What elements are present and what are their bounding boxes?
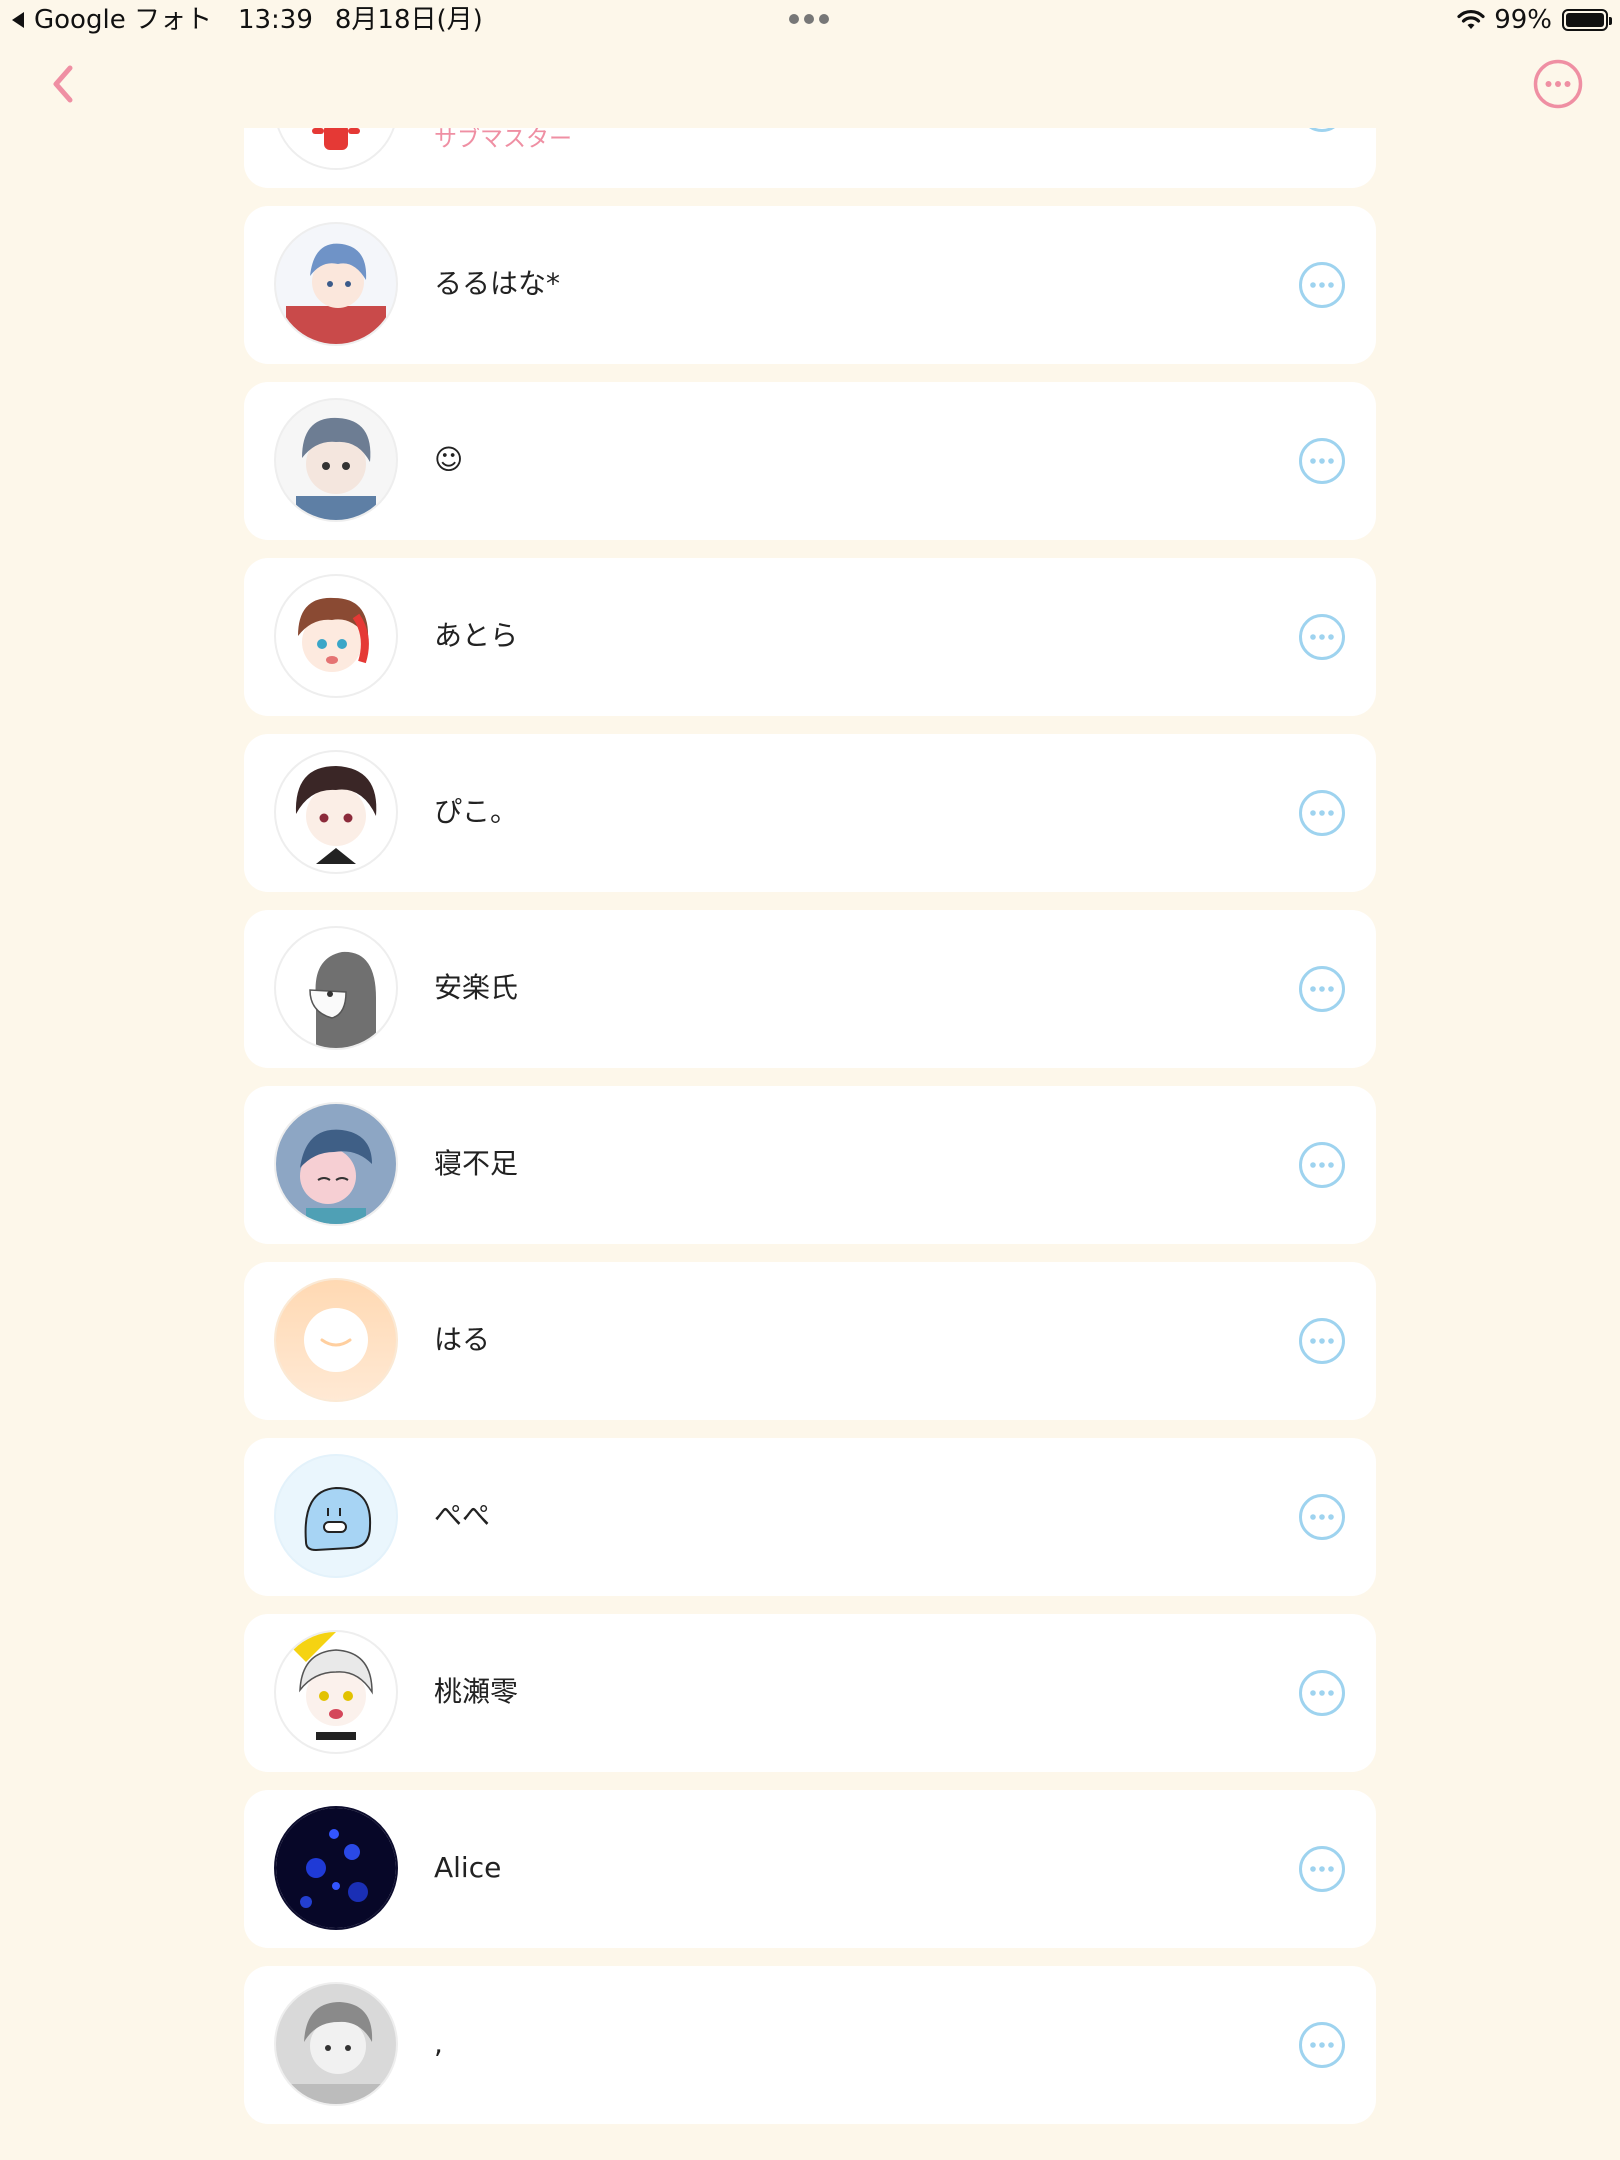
member-name: ぴこ。	[434, 795, 519, 828]
avatar[interactable]	[274, 1982, 398, 2106]
member-row[interactable]: 安楽氏	[244, 910, 1376, 1068]
member-row[interactable]: あとら	[244, 558, 1376, 716]
row-more-icon[interactable]	[1298, 437, 1346, 485]
row-more-icon[interactable]	[1298, 1141, 1346, 1189]
member-list-viewport[interactable]: サブマスター るるはな* ☺ あとら ぴこ。 安楽氏 寝不足 はる ぺぺ 桃瀬零…	[0, 128, 1620, 2160]
member-row[interactable]: ぺぺ	[244, 1438, 1376, 1596]
battery-icon	[1562, 9, 1612, 31]
row-more-icon[interactable]	[1298, 1493, 1346, 1541]
status-right: 99%	[1456, 4, 1612, 36]
member-row[interactable]: ぴこ。	[244, 734, 1376, 892]
row-more-icon[interactable]	[1298, 261, 1346, 309]
member-row[interactable]: ☺	[244, 382, 1376, 540]
row-more-icon[interactable]	[1298, 1845, 1346, 1893]
nav-bar	[0, 44, 1620, 128]
row-more-icon[interactable]	[1298, 128, 1346, 133]
back-to-app-label[interactable]: Google フォト	[34, 4, 212, 36]
avatar[interactable]	[274, 750, 398, 874]
member-row[interactable]: はる	[244, 1262, 1376, 1420]
row-more-icon[interactable]	[1298, 965, 1346, 1013]
avatar[interactable]	[274, 222, 398, 346]
member-row[interactable]: Alice	[244, 1790, 1376, 1948]
avatar[interactable]	[274, 1806, 398, 1930]
member-name: ,	[434, 2027, 443, 2060]
status-bar: Google フォト 13:39 8月18日(月) 99%	[0, 0, 1620, 44]
member-row[interactable]: るるはな*	[244, 206, 1376, 364]
back-to-app-icon[interactable]	[12, 12, 24, 28]
row-more-icon[interactable]	[1298, 789, 1346, 837]
member-row[interactable]: 寝不足	[244, 1086, 1376, 1244]
avatar[interactable]	[274, 128, 398, 170]
status-time: 13:39	[237, 5, 313, 35]
row-more-icon[interactable]	[1298, 2021, 1346, 2069]
battery-percent: 99%	[1494, 5, 1552, 35]
member-role: サブマスター	[434, 128, 572, 152]
row-more-icon[interactable]	[1298, 1669, 1346, 1717]
member-name: あとら	[434, 619, 519, 652]
avatar[interactable]	[274, 1630, 398, 1754]
member-name: るるはな*	[434, 267, 561, 300]
member-name: Alice	[434, 1851, 502, 1884]
avatar[interactable]	[274, 1454, 398, 1578]
status-date: 8月18日(月)	[334, 5, 483, 35]
multitasking-handle[interactable]	[789, 14, 829, 24]
avatar[interactable]	[274, 398, 398, 522]
avatar[interactable]	[274, 574, 398, 698]
back-chevron-icon[interactable]	[44, 60, 84, 108]
status-left: Google フォト 13:39 8月18日(月)	[12, 4, 483, 36]
member-name: はる	[434, 1323, 491, 1356]
wifi-icon	[1457, 9, 1485, 29]
row-more-icon[interactable]	[1298, 1317, 1346, 1365]
dot-icon	[789, 14, 799, 24]
member-row[interactable]: ,	[244, 1966, 1376, 2124]
avatar[interactable]	[274, 1102, 398, 1226]
row-more-icon[interactable]	[1298, 613, 1346, 661]
dot-icon	[819, 14, 829, 24]
member-name: ぺぺ	[434, 1499, 491, 1532]
member-name: 桃瀬零	[434, 1675, 519, 1708]
member-row[interactable]: サブマスター	[244, 128, 1376, 188]
member-name: ☺	[434, 443, 464, 476]
member-row[interactable]: 桃瀬零	[244, 1614, 1376, 1772]
member-name: 寝不足	[434, 1147, 519, 1180]
more-options-icon[interactable]	[1532, 58, 1584, 110]
dot-icon	[804, 14, 814, 24]
avatar[interactable]	[274, 926, 398, 1050]
member-name: 安楽氏	[434, 971, 519, 1004]
avatar[interactable]	[274, 1278, 398, 1402]
